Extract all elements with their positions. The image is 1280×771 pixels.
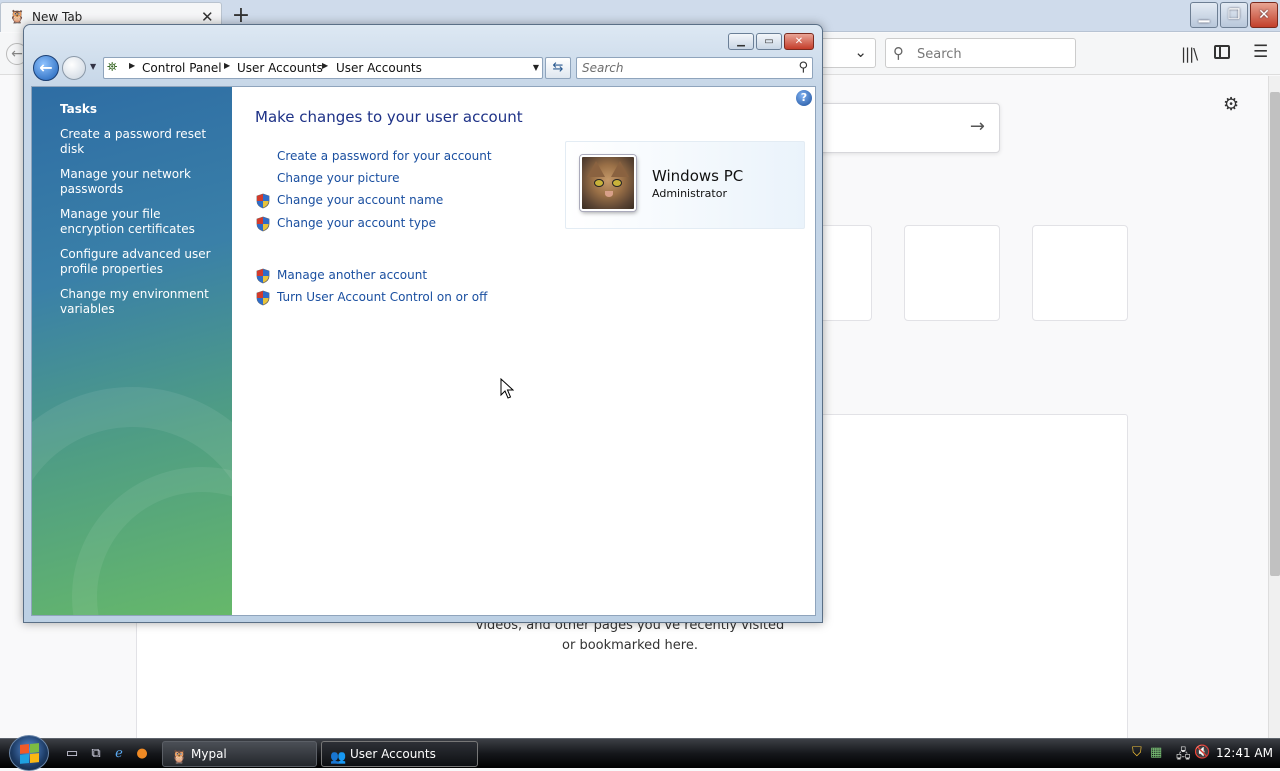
close-button[interactable]: ✕ [784,33,814,50]
search-icon[interactable]: ⚲ [798,60,808,75]
mypal-favicon-icon: 🦉 [9,10,26,25]
account-name: Windows PC [652,167,744,185]
breadcrumb-control-panel[interactable]: Control Panel [142,61,222,75]
control-panel-icon: ⛯ [107,60,118,75]
forward-button[interactable] [62,56,86,80]
uac-shield-icon [256,193,270,209]
avatar [580,155,636,211]
new-tab-search-box[interactable]: → [800,103,1000,153]
breadcrumb-separator-icon[interactable]: ▶ [129,61,135,70]
uac-shield-icon [256,268,270,284]
hamburger-menu-icon[interactable]: ☰ [1253,42,1268,62]
browser-tab-title: New Tab [32,10,83,24]
sidebar-icon[interactable] [1214,45,1230,59]
search-placeholder: Search [582,61,624,75]
url-dropdown[interactable]: ⌄ [820,38,876,68]
task-manage-network-passwords[interactable]: Manage your network passwords [60,167,225,197]
address-bar[interactable]: ⛯ ▶ Control Panel ▶ User Accounts ▶ User… [103,57,543,79]
breadcrumb-separator-icon[interactable]: ▶ [322,61,328,70]
top-site-tile[interactable] [1032,225,1128,321]
breadcrumb-user-accounts[interactable]: User Accounts [237,61,323,75]
mypal-icon: 🦉 [171,750,188,765]
cat-ear-icon [587,161,605,177]
volume-muted-icon[interactable]: 🔇 [1194,745,1210,760]
account-summary-card: Windows PC Administrator [565,141,805,229]
account-role: Administrator [652,187,727,200]
cat-eye-icon [594,179,604,187]
address-dropdown-icon[interactable]: ▼ [533,63,539,72]
page-title: Make changes to your user account [255,108,523,126]
minimize-button[interactable]: ▁ [728,33,754,50]
browser-restore-button[interactable]: ❐ [1220,2,1248,28]
close-icon: ✕ [1258,7,1270,23]
maximize-button[interactable]: ▭ [756,33,782,50]
start-button[interactable] [9,735,49,771]
link-manage-another-account[interactable]: Manage another account [277,268,427,282]
search-input[interactable]: Search ⚲ [576,57,813,79]
back-button[interactable]: ← [33,55,59,81]
browser-search-placeholder: Search [917,47,962,62]
breadcrumb-separator-icon[interactable]: ▶ [224,61,230,70]
tasks-title: Tasks [60,102,98,116]
mouse-cursor-icon [500,378,514,399]
gear-icon[interactable]: ⚙ [1223,94,1239,115]
browser-window-controls: ▁ ❐ ✕ [1190,2,1278,28]
taskbar-button-user-accounts[interactable]: 👥 User Accounts [321,741,478,767]
uac-shield-icon [256,290,270,306]
maximize-icon: ▭ [764,36,774,47]
internet-explorer-icon[interactable]: ℯ [111,746,127,762]
library-icon[interactable]: |||\ [1181,45,1198,63]
taskbar-button-mypal[interactable]: 🦉 Mypal [162,741,317,767]
recent-pages-dropdown[interactable]: ▼ [90,62,96,71]
arrow-right-icon: → [969,116,985,137]
help-icon[interactable]: ? [796,90,812,106]
link-toggle-uac[interactable]: Turn User Account Control on or off [277,290,487,304]
firefox-icon[interactable]: ● [134,746,150,762]
windows-logo-icon [19,742,39,764]
cat-eye-icon [612,179,622,187]
breadcrumb-user-accounts-current[interactable]: User Accounts [336,61,422,75]
search-icon: ⚲ [893,44,904,62]
task-configure-advanced-profile[interactable]: Configure advanced user profile properti… [60,247,225,277]
taskbar-button-label: Mypal [191,747,227,761]
network-status-icon[interactable]: ▦ [1150,745,1162,760]
close-icon: ✕ [794,36,804,47]
user-accounts-icon: 👥 [330,750,347,765]
link-change-account-name[interactable]: Change your account name [277,193,443,207]
switch-windows-icon[interactable]: ⧉ [88,746,104,762]
window-controls: ▁ ▭ ✕ [728,33,814,50]
link-change-picture[interactable]: Change your picture [277,171,399,185]
clock[interactable]: 12:41 AM [1216,746,1273,760]
uac-shield-icon [256,216,270,232]
task-create-password-reset-disk[interactable]: Create a password reset disk [60,127,225,157]
chevron-down-icon: ⌄ [854,43,867,61]
minimize-icon: ▁ [737,36,745,47]
refresh-button[interactable]: ⇆ [545,57,571,79]
scrollbar-thumb[interactable] [1270,92,1280,576]
user-accounts-window: ▁ ▭ ✕ ← ▼ ⛯ ▶ Control Panel ▶ User Accou… [23,24,823,623]
show-desktop-icon[interactable]: ▭ [64,746,80,762]
task-change-environment-variables[interactable]: Change my environment variables [60,287,225,317]
link-change-account-type[interactable]: Change your account type [277,216,436,230]
restore-icon: ❐ [1227,7,1241,23]
browser-search-input[interactable]: ⚲ Search [885,38,1076,68]
browser-minimize-button[interactable]: ▁ [1190,2,1218,28]
tasks-pane: Tasks Create a password reset disk Manag… [32,87,232,615]
network-disconnected-icon[interactable]: 🖧 [1176,745,1191,767]
content-area: Tasks Create a password reset disk Manag… [31,86,816,616]
taskbar: ▭ ⧉ ℯ ● 🦉 Mypal 👥 User Accounts ⛉ ▦ 🖧 🔇 … [0,735,1280,771]
link-create-password[interactable]: Create a password for your account [277,149,492,163]
refresh-icon: ⇆ [552,60,564,75]
minimize-icon: ▁ [1198,7,1210,23]
task-list: Create a password reset disk Manage your… [60,127,225,327]
security-shield-icon[interactable]: ⛉ [1132,745,1142,760]
cat-nose-icon [605,191,613,197]
taskbar-button-label: User Accounts [350,747,436,761]
arrow-left-icon: ← [39,58,53,77]
browser-close-button[interactable]: ✕ [1250,2,1278,28]
top-site-tile[interactable] [904,225,1000,321]
task-manage-file-encryption-certificates[interactable]: Manage your file encryption certificates [60,207,225,237]
cat-ear-icon [611,161,629,177]
page-scrollbar[interactable] [1268,76,1280,738]
